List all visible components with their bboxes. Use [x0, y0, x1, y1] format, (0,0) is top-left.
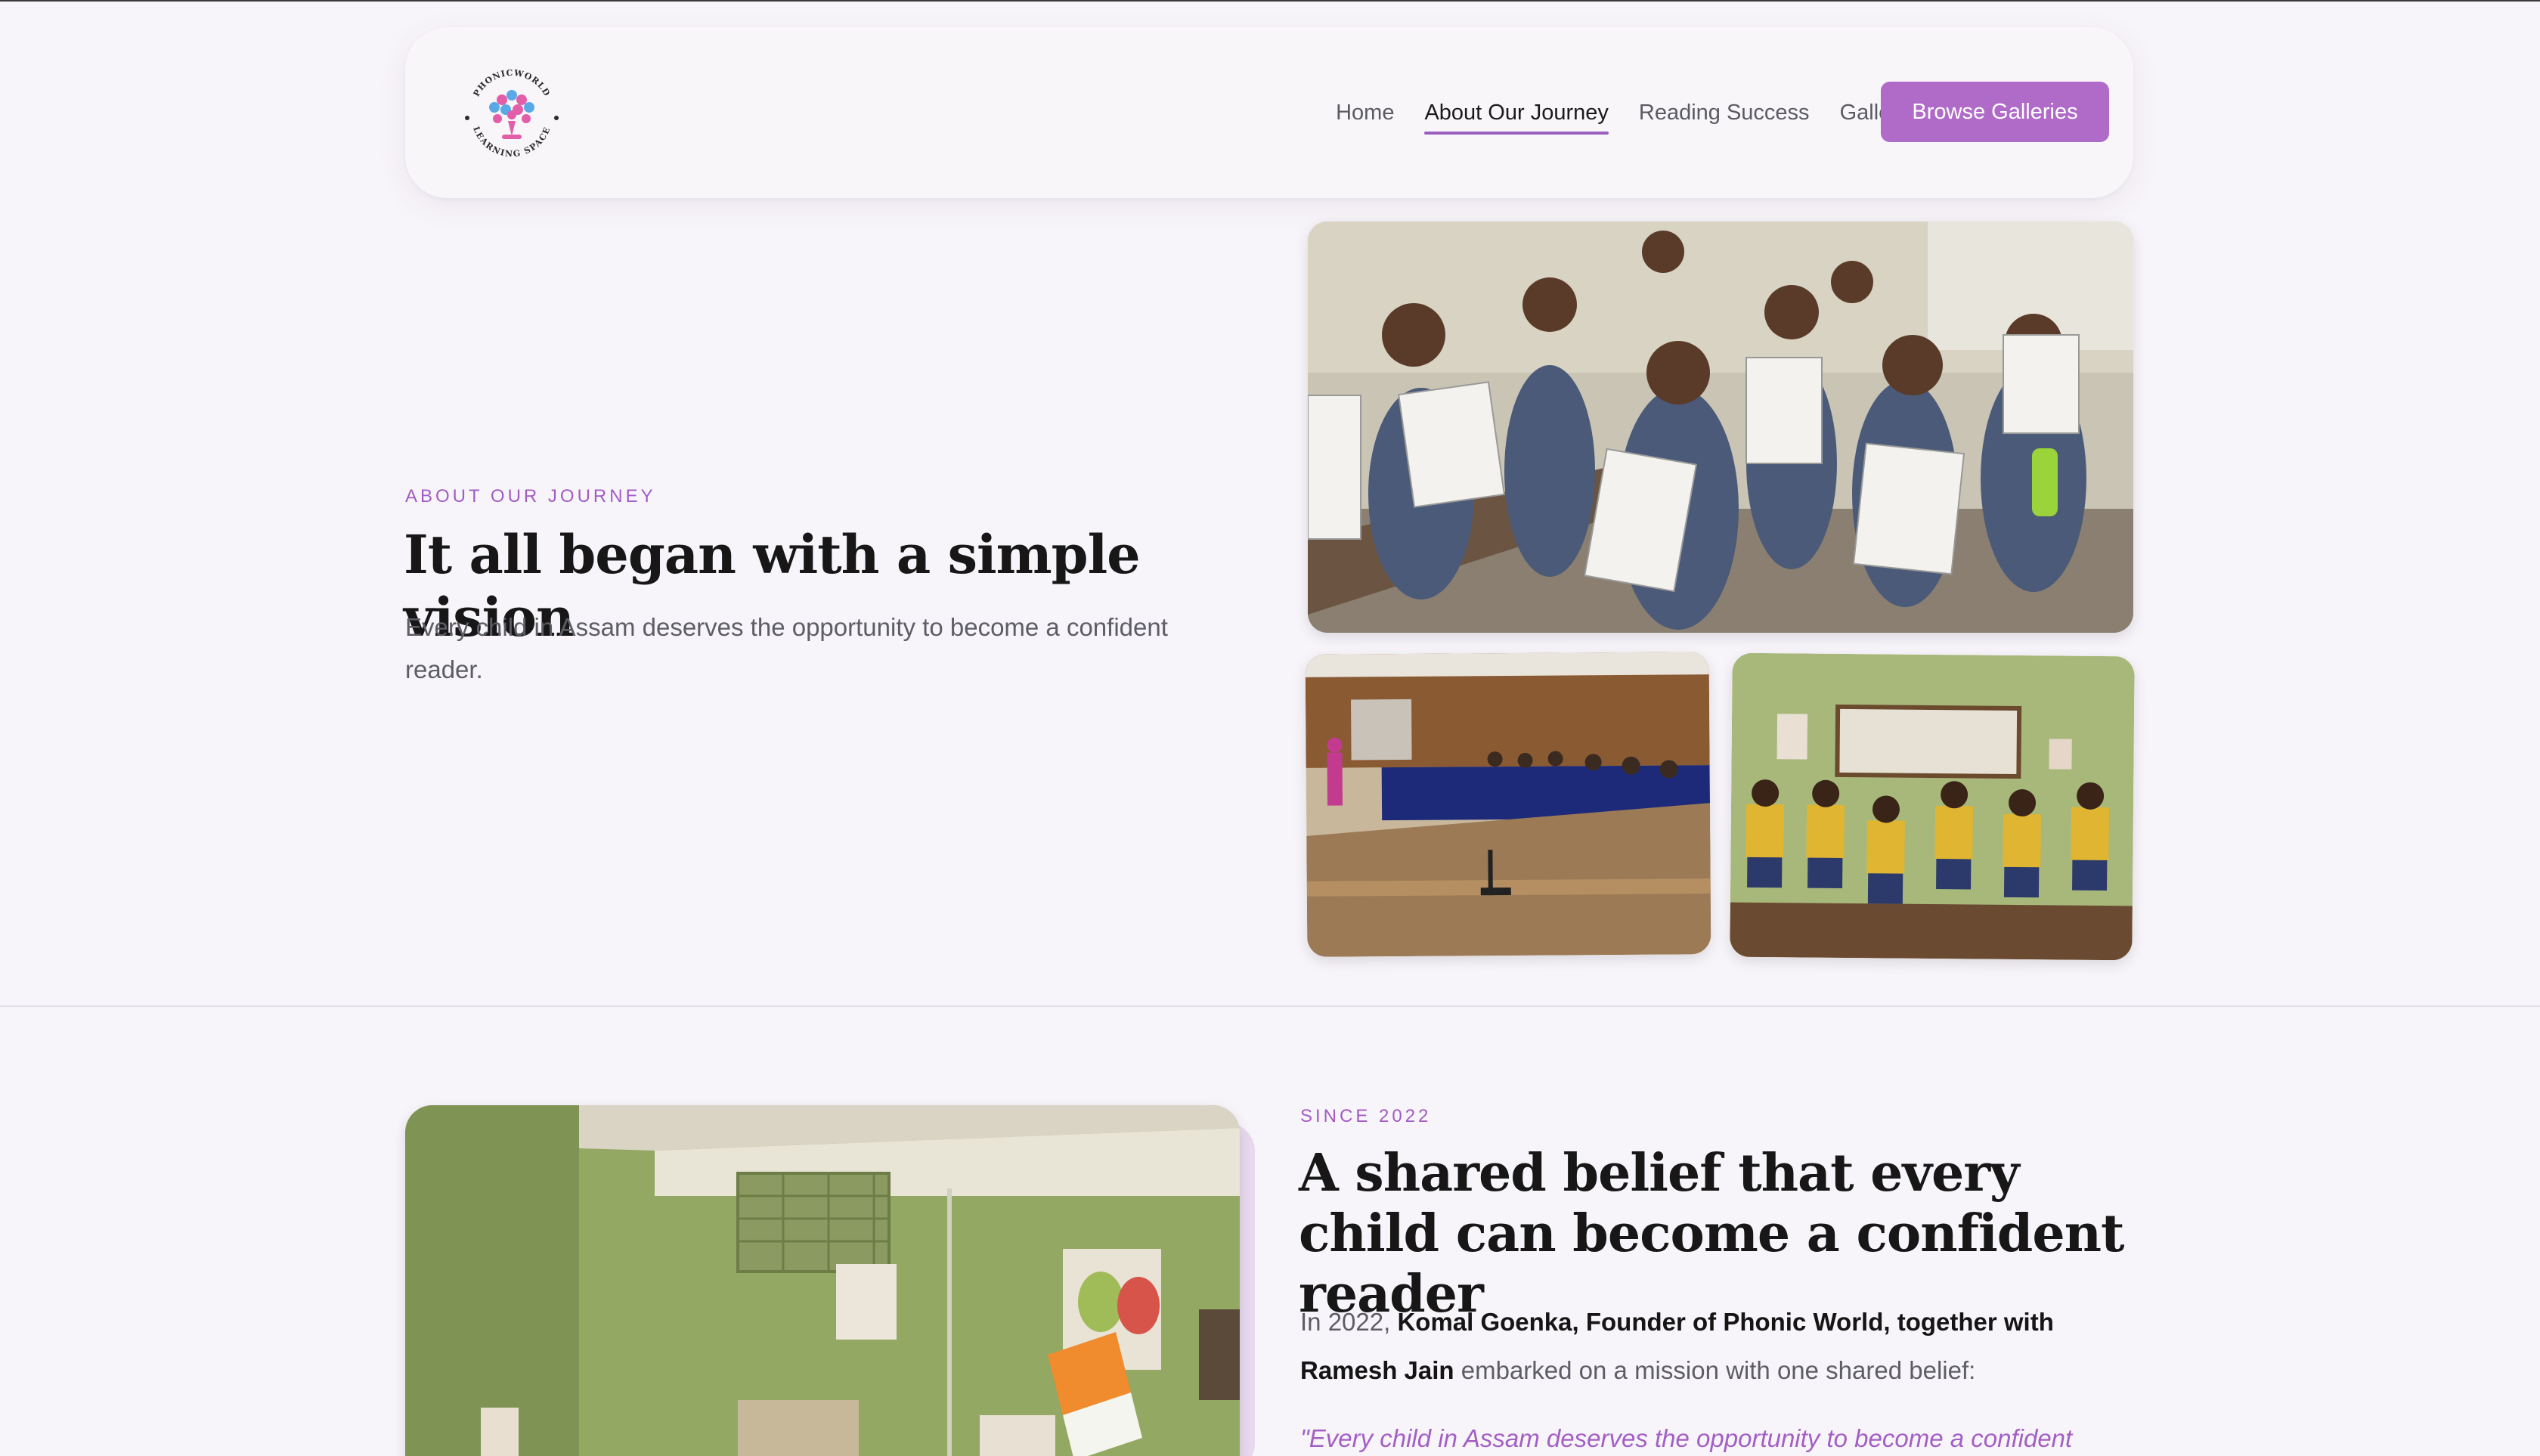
mission-quote: "Every child in Assam deserves the oppor…	[1300, 1424, 2073, 1452]
section-body: In 2022, Komal Goenka, Founder of Phonic…	[1300, 1298, 2147, 1395]
phonicworld-logo[interactable]: PHONICWORLD LEARNING SPACE	[458, 59, 565, 166]
section-title: A shared belief that every child can bec…	[1299, 1143, 2124, 1324]
body-prefix: In 2022,	[1300, 1308, 1398, 1336]
site-header: PHONICWORLD LEARNING SPACE Home About Ou…	[405, 27, 2133, 198]
nav-about-our-journey[interactable]: About Our Journey	[1424, 93, 1609, 135]
main-nav: Home About Our Journey Reading Success G…	[1336, 27, 1926, 198]
teacher-training-room-photo	[1305, 652, 1711, 957]
section-divider	[0, 1005, 2540, 1007]
hero-eyebrow: ABOUT OUR JOURNEY	[405, 486, 656, 507]
nav-home[interactable]: Home	[1336, 93, 1394, 133]
children-cheering-classroom-photo	[1730, 652, 2135, 961]
section-eyebrow: SINCE 2022	[1300, 1106, 1432, 1126]
classroom-children-photo	[1308, 221, 2133, 633]
nav-reading-success[interactable]: Reading Success	[1639, 93, 1810, 133]
browse-galleries-button[interactable]: Browse Galleries	[1881, 82, 2109, 142]
body-suffix: embarked on a mission with one shared be…	[1454, 1356, 1976, 1384]
hero-body: Every child in Assam deserves the opport…	[405, 613, 1168, 683]
green-classroom-photo	[405, 1105, 1240, 1456]
